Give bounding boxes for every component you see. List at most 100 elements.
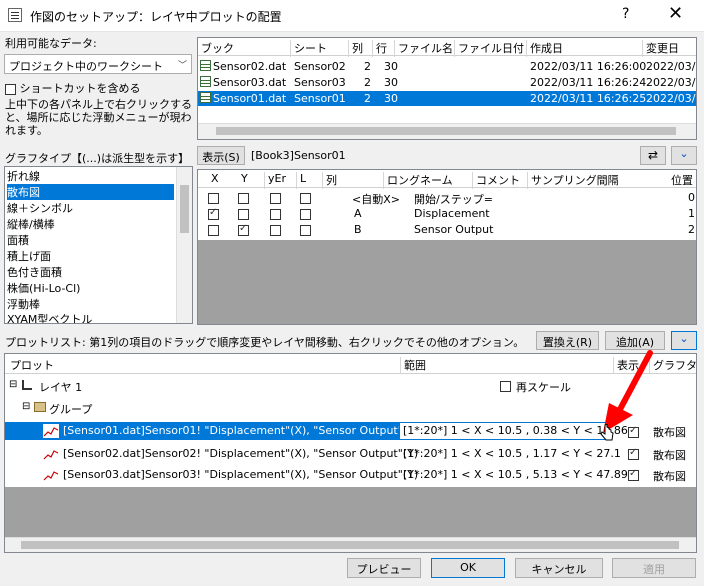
close-button[interactable]: ✕	[668, 3, 683, 24]
x-checkbox[interactable]	[208, 224, 219, 236]
cols-cell: 2	[364, 60, 371, 73]
range-field[interactable]: [1*:20*] 1 < X < 10.5 , 0.38 < Y < 14.86	[399, 422, 628, 440]
l-checkbox[interactable]	[300, 224, 311, 236]
created-cell: 2022/03/11 16:26:00	[530, 60, 647, 73]
range-cell: [1*:20*] 1 < X < 10.5 , 1.17 < Y < 27.1	[403, 447, 621, 460]
table-row[interactable]: Sensor03.dat Sensor03 2 30 2022/03/11 16…	[198, 75, 696, 90]
cancel-button[interactable]: キャンセル	[515, 558, 603, 578]
plot-type-item[interactable]: 縦棒/横棒	[7, 216, 55, 232]
swap-icon[interactable]: ⇄	[640, 146, 666, 165]
col-header[interactable]: 作成日	[526, 40, 563, 57]
show-button[interactable]: 表示(S)	[197, 146, 245, 165]
shortcut-checkbox[interactable]: ショートカットを含める	[5, 80, 141, 96]
yer-checkbox[interactable]	[270, 224, 281, 236]
plot-type-item[interactable]: 積上げ面	[7, 248, 51, 264]
col-header[interactable]: Y	[238, 172, 248, 189]
position-cell: 1	[688, 207, 695, 220]
scroll-thumb[interactable]	[180, 185, 189, 233]
col-header[interactable]: シート	[290, 40, 327, 57]
book-table-header: ブック シート 列 行 ファイル名 ファイル日付 作成日 変更日	[198, 38, 696, 57]
column-name-cell: <自動X>	[352, 193, 400, 206]
l-checkbox[interactable]	[300, 192, 311, 204]
help-button[interactable]: ?	[622, 6, 629, 22]
group-label: グループ	[49, 403, 93, 416]
book-cell: Sensor03.dat	[200, 76, 286, 89]
created-cell: 2022/03/11 16:26:25	[530, 92, 647, 105]
col-header[interactable]: プロット	[7, 357, 54, 374]
plot-row[interactable]: [Sensor03.dat]Sensor03! "Displacement"(X…	[5, 467, 696, 483]
group-row[interactable]: ⊟ グループ	[5, 400, 696, 416]
y-checkbox[interactable]	[238, 208, 249, 220]
show-checkbox-checked[interactable]	[628, 468, 639, 481]
x-checkbox[interactable]	[208, 192, 219, 204]
preview-button[interactable]: プレビュー	[347, 558, 421, 578]
col-header[interactable]: 位置	[668, 172, 693, 189]
col-header[interactable]: 行	[372, 40, 387, 57]
cols-cell: 2	[364, 76, 371, 89]
available-data-label: 利用可能なデータ:	[5, 37, 97, 50]
col-header[interactable]: ブック	[198, 40, 234, 57]
plot-type-item[interactable]: 浮動棒	[7, 296, 40, 312]
table-row[interactable]: B Sensor Output 2	[198, 222, 696, 237]
sheet-cell: Sensor01	[294, 92, 346, 105]
y-checkbox-checked[interactable]	[238, 223, 249, 236]
plot-type-item-selected[interactable]: 散布図	[7, 184, 174, 200]
hint-text: 上中下の各パネル上で右クリックすると、場所に応じた浮動メニューが現われます。	[5, 98, 192, 137]
col-header[interactable]: L	[296, 172, 306, 189]
layer-row[interactable]: ⊟ レイヤ 1 再スケール	[5, 378, 696, 394]
plot-type-list[interactable]: 折れ線 散布図 線＋シンボル 縦棒/横棒 面積 積上げ面 色付き面積 株価(Hi…	[4, 166, 193, 324]
col-header[interactable]: 変更日	[642, 40, 679, 57]
horizontal-scrollbar[interactable]	[198, 123, 696, 139]
book-cell: Sensor02.dat	[200, 60, 286, 73]
yer-checkbox[interactable]	[270, 192, 281, 204]
scroll-thumb[interactable]	[21, 541, 679, 549]
rescale-checkbox[interactable]	[500, 380, 511, 392]
collapse-box-icon[interactable]: ⊟	[9, 379, 17, 390]
shortcut-checkbox-box[interactable]	[5, 83, 16, 95]
plot-type-item[interactable]: 線＋シンボル	[7, 200, 73, 216]
available-data-combo[interactable]: プロジェクト中のワークシート ﹀	[4, 54, 192, 74]
layer-icon	[22, 380, 32, 390]
chevron-down-icon[interactable]: ⌄	[671, 331, 697, 350]
col-header[interactable]: サンプリング間隔	[527, 172, 619, 189]
col-header[interactable]: 列	[322, 172, 337, 189]
plot-row[interactable]: [Sensor02.dat]Sensor02! "Displacement"(X…	[5, 446, 696, 462]
col-header[interactable]: yEr	[264, 172, 286, 189]
y-checkbox[interactable]	[238, 192, 249, 204]
plot-type-item[interactable]: 面積	[7, 232, 29, 248]
plot-type-item[interactable]: 色付き面積	[7, 264, 62, 280]
horizontal-scrollbar[interactable]	[5, 537, 696, 552]
col-header[interactable]: 列	[348, 40, 363, 57]
plot-type-item[interactable]: 折れ線	[7, 168, 40, 184]
plot-type-item[interactable]: XYAM型ベクトル	[7, 311, 92, 323]
ok-button[interactable]: OK	[431, 558, 505, 578]
table-row[interactable]: Sensor02.dat Sensor02 2 30 2022/03/11 16…	[198, 59, 697, 74]
chevron-down-icon: ﹀	[177, 61, 187, 71]
table-row-selected[interactable]: Sensor01.dat Sensor01 2 30 2022/03/11 16…	[198, 91, 696, 106]
plot-type-item[interactable]: 株価(Hi-Lo-Cl)	[7, 280, 80, 296]
col-header[interactable]: X	[208, 172, 219, 189]
col-header[interactable]: ファイル名	[394, 40, 453, 57]
collapse-box-icon[interactable]: ⊟	[22, 401, 30, 412]
replace-button[interactable]: 置換え(R)	[536, 331, 599, 350]
yer-checkbox[interactable]	[270, 208, 281, 220]
col-header[interactable]: ロングネーム	[383, 172, 453, 189]
hand-cursor-icon	[600, 423, 614, 442]
modified-cell: 2022/03/1	[646, 60, 697, 73]
l-checkbox[interactable]	[300, 208, 311, 220]
apply-button[interactable]: 適用	[612, 558, 696, 578]
col-header[interactable]: コメント	[472, 172, 520, 189]
col-header[interactable]: 範囲	[400, 357, 426, 374]
x-checkbox-checked[interactable]	[208, 207, 219, 220]
table-row[interactable]: <自動X> 開始/ステップ= 0	[198, 190, 696, 206]
column-table: X Y yEr L 列 ロングネーム コメント サンプリング間隔 位置 <自動X…	[197, 169, 697, 325]
column-name-cell: A	[354, 207, 362, 220]
show-checkbox-checked[interactable]	[628, 447, 639, 460]
chevron-down-icon[interactable]: ⌄	[671, 146, 697, 165]
plot-type-scrollbar[interactable]	[176, 167, 192, 323]
scroll-thumb[interactable]	[216, 127, 676, 135]
shortcut-label: ショートカットを含める	[19, 82, 141, 95]
table-row[interactable]: A Displacement 1	[198, 206, 696, 221]
col-header[interactable]: ファイル日付	[454, 40, 524, 57]
plot-row-selected[interactable]: [Sensor01.dat]Sensor01! "Displacement"(X…	[5, 422, 628, 440]
